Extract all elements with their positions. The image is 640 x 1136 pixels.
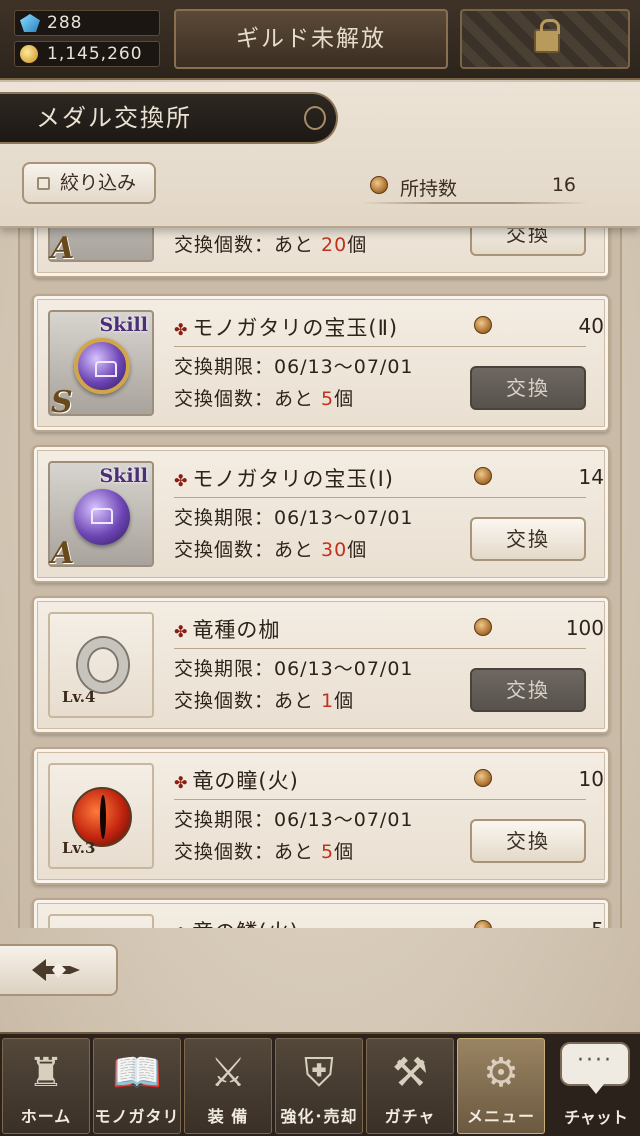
item-name: ✤竜の鱗(火) xyxy=(174,916,299,928)
medal-icon xyxy=(474,920,492,928)
exchange-button[interactable]: 交換 xyxy=(470,819,586,863)
gem-icon xyxy=(20,14,40,32)
dragon-eye-icon xyxy=(72,787,132,847)
item-cost: 14 xyxy=(474,465,604,489)
owned-label: 所持数 xyxy=(400,178,458,200)
top-bar: 288 1,145,260 ギルド未解放 xyxy=(0,0,640,80)
exchange-period: 交換期限：06/13〜07/01 xyxy=(174,507,414,529)
divider xyxy=(174,648,586,649)
divider xyxy=(174,497,586,498)
list-item: Skill A ✤ モノガタリの宝玉(Ⅰ) 14 交換期限：06/13〜07/01… xyxy=(32,445,610,583)
guild-button[interactable]: ギルド未解放 xyxy=(174,9,448,69)
exchange-button[interactable]: 交換 xyxy=(470,366,586,410)
item-name: ✤ モノガタリの宝玉(Ⅱ) xyxy=(174,316,399,340)
gears-icon: ⚙ xyxy=(483,1050,519,1096)
divider xyxy=(174,346,586,347)
exchange-button[interactable]: 交換 xyxy=(470,517,586,561)
padlock-icon xyxy=(534,19,560,53)
swords-icon: ⚒ xyxy=(392,1050,428,1096)
book-icon: 📖 xyxy=(112,1050,162,1096)
item-thumbnail[interactable] xyxy=(48,914,154,928)
header-panel: メダル交換所 絞り込み 所持数 16 xyxy=(0,82,640,228)
page-title-bar: メダル交換所 xyxy=(0,92,338,144)
cross-icon: ✤ xyxy=(174,471,189,490)
exchange-period: 交換期限：06/13〜07/01 xyxy=(174,356,414,378)
nav-home[interactable]: ♜ ホーム xyxy=(2,1038,90,1134)
skill-orb-icon xyxy=(74,489,130,545)
exchange-button[interactable]: 交換 xyxy=(470,668,586,712)
item-thumbnail[interactable]: Lv.4 xyxy=(48,612,154,718)
emblem-icon xyxy=(304,106,326,130)
remaining-count: 交換個数：あと 30個 xyxy=(174,539,368,561)
nav-equipment[interactable]: ⚔ 装 備 xyxy=(184,1038,272,1134)
item-name: ✤ 竜種の枷 xyxy=(174,618,281,642)
item-thumbnail[interactable]: Lv.3 xyxy=(48,763,154,869)
filter-label: 絞り込み xyxy=(60,172,137,194)
medal-icon xyxy=(474,467,492,485)
medal-icon xyxy=(474,618,492,636)
list-frame: A 交換個数：あと 20個 交換 Skill S ✤ モノガタリの宝玉(Ⅱ) 40… xyxy=(18,190,622,928)
list-item: ✤竜の鱗(火) 5 xyxy=(32,898,610,928)
item-cost: 100 xyxy=(474,616,604,640)
cross-icon: ✤ xyxy=(174,924,188,928)
back-button[interactable] xyxy=(0,944,118,996)
remaining-count: 交換個数：あと 5個 xyxy=(174,841,355,863)
page-title: メダル交換所 xyxy=(36,104,192,132)
nav-menu[interactable]: ⚙ メニュー xyxy=(457,1038,545,1134)
enhance-icon: ⛨ xyxy=(304,1050,334,1096)
remaining-count: 交換個数：あと 20個 xyxy=(174,234,368,256)
nav-monogatari[interactable]: 📖 モノガタリ xyxy=(93,1038,181,1134)
list-item: Lv.3 ✤ 竜の瞳(火) 10 交換期限：06/13〜07/01 交換個数：あと… xyxy=(32,747,610,885)
bottom-nav: ♜ ホーム 📖 モノガタリ ⚔ 装 備 ⛨ 強化･売却 ⚒ ガチャ ⚙ メニュー… xyxy=(0,1032,640,1136)
nav-gacha[interactable]: ⚒ ガチャ xyxy=(366,1038,454,1134)
item-cost: 40 xyxy=(474,314,604,338)
filter-checkbox[interactable] xyxy=(37,177,50,190)
locked-feature-button[interactable] xyxy=(460,9,630,69)
level-label: Lv.3 xyxy=(62,839,96,857)
back-arrow-icon xyxy=(32,959,80,981)
coin-icon xyxy=(20,45,38,63)
nav-enhance-sell[interactable]: ⛨ 強化･売却 xyxy=(275,1038,363,1134)
castle-icon: ♜ xyxy=(28,1050,64,1096)
medal-icon xyxy=(370,176,388,194)
list-item: Lv.4 ✤ 竜種の枷 100 交換期限：06/13〜07/01 交換個数：あと … xyxy=(32,596,610,734)
divider xyxy=(174,799,586,800)
chat-bubble-icon: ···· xyxy=(560,1042,630,1094)
chat-label: チャット xyxy=(564,1108,628,1127)
medal-icon xyxy=(474,769,492,787)
remaining-count: 交換個数：あと 1個 xyxy=(174,690,355,712)
item-name: ✤ モノガタリの宝玉(Ⅰ) xyxy=(174,467,394,491)
cross-icon: ✤ xyxy=(174,773,189,792)
skill-orb-icon xyxy=(74,338,130,394)
equipment-icon: ⚔ xyxy=(210,1050,246,1096)
skill-tag: Skill xyxy=(99,465,148,487)
cross-icon: ✤ xyxy=(174,622,189,641)
item-thumbnail[interactable]: Skill S xyxy=(48,310,154,420)
filter-button[interactable]: 絞り込み xyxy=(22,162,156,204)
cross-icon: ✤ xyxy=(174,320,189,339)
item-thumbnail[interactable]: Skill A xyxy=(48,461,154,571)
list-item: Skill S ✤ モノガタリの宝玉(Ⅱ) 40 交換期限：06/13〜07/01… xyxy=(32,294,610,432)
shackle-icon xyxy=(78,638,128,692)
coin-count: 1,145,260 xyxy=(47,44,143,64)
skill-tag: Skill xyxy=(99,314,148,336)
divider xyxy=(360,202,588,204)
item-cost: 10 xyxy=(474,767,604,791)
owned-value: 16 xyxy=(551,174,576,196)
rank-label: A xyxy=(51,231,75,266)
gem-counter: 288 xyxy=(14,10,160,36)
chat-button[interactable]: ···· チャット xyxy=(556,1038,636,1134)
rank-label: S xyxy=(51,385,73,420)
medal-icon xyxy=(474,316,492,334)
exchange-period: 交換期限：06/13〜07/01 xyxy=(174,809,414,831)
exchange-list[interactable]: A 交換個数：あと 20個 交換 Skill S ✤ モノガタリの宝玉(Ⅱ) 40… xyxy=(0,190,640,928)
level-label: Lv.4 xyxy=(62,688,96,706)
exchange-period: 交換期限：06/13〜07/01 xyxy=(174,658,414,680)
gem-count: 288 xyxy=(47,13,83,33)
coin-counter: 1,145,260 xyxy=(14,41,160,67)
remaining-count: 交換個数：あと 5個 xyxy=(174,388,355,410)
item-name: ✤ 竜の瞳(火) xyxy=(174,769,299,793)
rank-label: A xyxy=(51,536,75,571)
item-cost: 5 xyxy=(474,918,604,928)
